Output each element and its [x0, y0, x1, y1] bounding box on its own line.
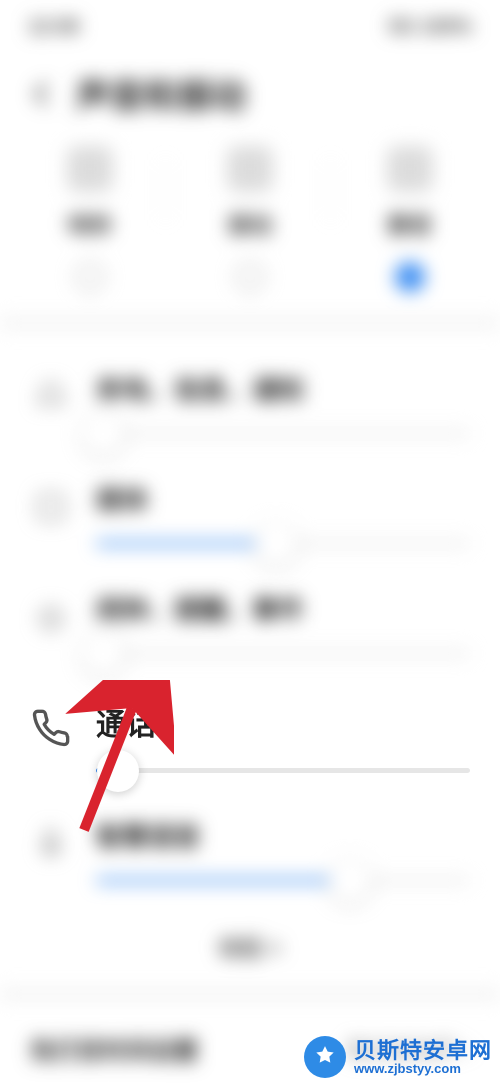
section-divider — [0, 318, 500, 328]
ringtone-volume-slider[interactable] — [96, 431, 470, 436]
media-volume-row: 媒体 — [30, 458, 470, 568]
ringtone-slider-knob[interactable] — [82, 413, 124, 455]
vibrate-icon — [227, 146, 273, 192]
watermark-url: www.zjbstyy.com — [354, 1062, 492, 1076]
watermark-title: 贝斯特安卓网 — [354, 1039, 492, 1062]
chevron-up-icon: ˄ — [269, 936, 282, 961]
media-volume-label: 媒体 — [96, 480, 470, 517]
collapse-label: 收起 — [219, 936, 263, 961]
assistant-volume-label: 智慧语音 — [96, 817, 470, 854]
watermark-logo-icon — [304, 1036, 346, 1078]
watermark: 贝斯特安卓网 www.zjbstyy.com — [304, 1036, 492, 1078]
media-slider-knob[interactable] — [255, 523, 297, 565]
ringtone-volume-row: 来电、信息、通知 — [30, 348, 470, 458]
section-divider — [0, 989, 500, 999]
status-bar: 12:08 5G 100% — [0, 0, 500, 39]
sound-mode-row: 响铃 振动 静音 — [0, 140, 500, 318]
assistant-volume-slider[interactable] — [96, 878, 470, 883]
alarm-volume-label: 闹钟、提醒、事件 — [96, 590, 470, 627]
dnd-setting-label: 免打扰时间设置 — [30, 1031, 198, 1066]
mode-vibrate[interactable]: 振动 — [170, 146, 330, 292]
mode-vibrate-radio[interactable] — [235, 262, 265, 292]
mode-silent[interactable]: 静音 — [330, 146, 490, 292]
media-volume-slider[interactable] — [96, 541, 470, 546]
mode-silent-label: 静音 — [388, 208, 432, 240]
call-volume-row: 通话 — [30, 678, 470, 795]
media-icon — [30, 486, 72, 528]
ringtone-volume-label: 来电、信息、通知 — [96, 370, 470, 407]
call-slider-knob[interactable] — [97, 750, 139, 792]
phone-icon — [30, 706, 72, 748]
alarm-slider-knob[interactable] — [82, 633, 124, 675]
alarm-volume-slider[interactable] — [96, 651, 470, 656]
back-icon[interactable] — [26, 78, 58, 110]
mode-ring-radio[interactable] — [75, 262, 105, 292]
settings-header: 声音和振动 — [0, 39, 500, 140]
assistant-slider-knob[interactable] — [329, 860, 371, 902]
page-title: 声音和振动 — [76, 69, 246, 118]
status-time: 12:08 — [28, 16, 79, 39]
mic-icon — [30, 823, 72, 865]
status-right: 5G 100% — [389, 16, 472, 39]
mode-ring-label: 响铃 — [68, 208, 112, 240]
mode-ring[interactable]: 响铃 — [10, 146, 170, 292]
alarm-volume-row: 闹钟、提醒、事件 — [30, 568, 470, 678]
call-volume-label: 通话 — [96, 700, 470, 744]
ringtone-icon — [30, 376, 72, 418]
call-volume-slider[interactable] — [96, 768, 470, 773]
mode-silent-radio[interactable] — [395, 262, 425, 292]
collapse-toggle[interactable]: 收起 ˄ — [0, 905, 500, 989]
alarm-icon — [30, 596, 72, 638]
mode-vibrate-label: 振动 — [228, 208, 272, 240]
bell-icon — [67, 146, 113, 192]
assistant-volume-row: 智慧语音 — [30, 795, 470, 905]
silent-icon — [387, 146, 433, 192]
